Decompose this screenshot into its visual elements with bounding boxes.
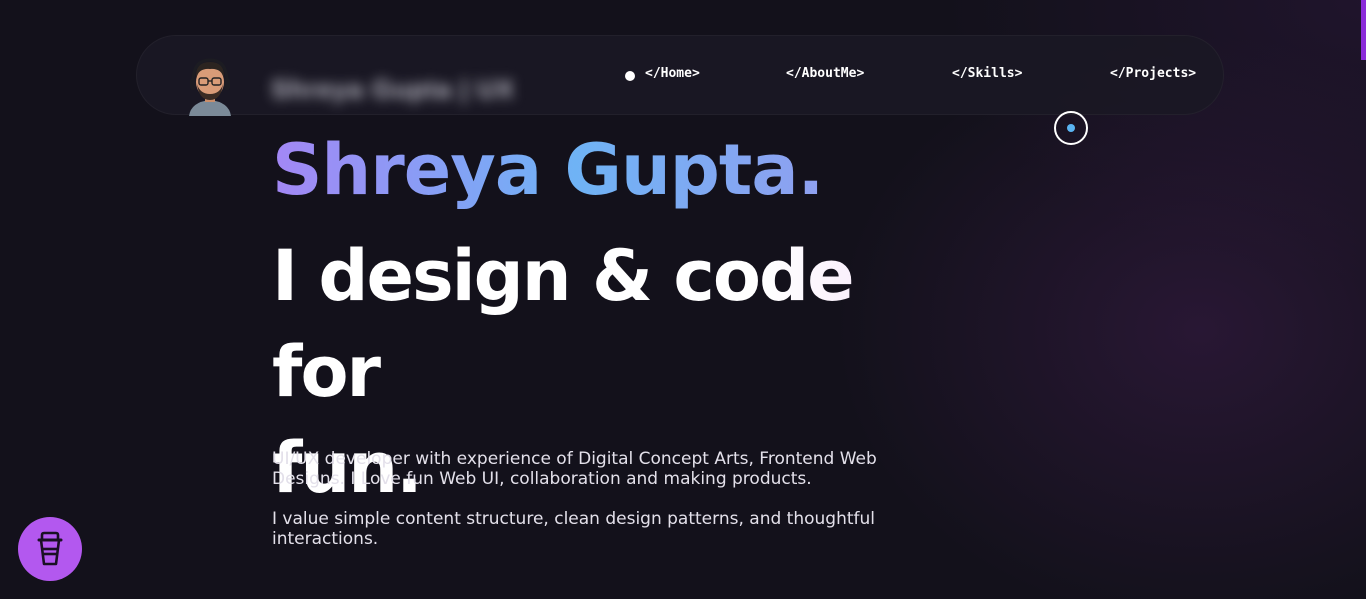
cursor-dot-icon [1067,124,1075,132]
headline-line-1: I design & code for [272,235,853,413]
nav-link-home[interactable]: </Home> [645,66,700,81]
coffee-cup-icon [37,531,63,566]
scrollbar-thumb[interactable] [1361,0,1366,60]
nav-link-projects[interactable]: </Projects> [1110,66,1196,81]
intro-paragraph: UI/UX developer with experience of Digit… [272,449,877,489]
buy-me-a-coffee-button[interactable] [18,517,82,581]
values-paragraph: I value simple content structure, clean … [272,509,875,549]
hero-name: Shreya Gupta. [272,129,824,211]
nav-link-about-me[interactable]: </AboutMe> [786,66,864,81]
nav-links: </Home> </AboutMe> </Skills> </Projects> [137,36,1223,116]
navbar: Shreya Gupta | UX </Home> </AboutMe> </S… [136,35,1224,116]
nav-link-skills[interactable]: </Skills> [952,66,1022,81]
active-nav-indicator-icon [625,71,635,81]
